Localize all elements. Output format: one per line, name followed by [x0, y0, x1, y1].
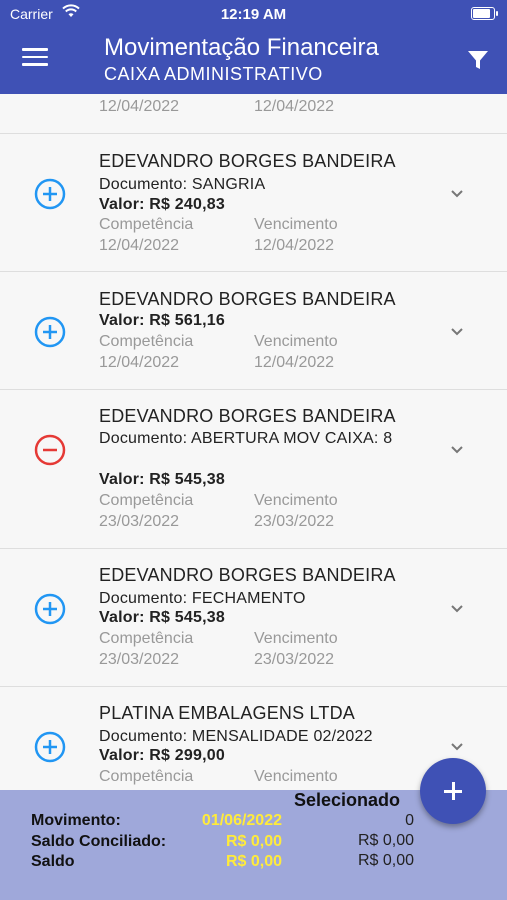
plus-circle-icon[interactable] — [34, 178, 66, 210]
clock: 12:19 AM — [220, 6, 287, 23]
vencimento-date: 23/03/2022 — [254, 651, 335, 668]
client-name: PLATINA EMBALAGENS LTDA — [99, 703, 356, 723]
list-item[interactable]: 12/04/2022 12/04/2022 — [0, 94, 507, 134]
chevron-down-icon[interactable] — [448, 741, 466, 753]
chevron-down-icon[interactable] — [448, 188, 466, 200]
vencimento-label: Vencimento — [254, 768, 338, 785]
competencia-date: 23/03/2022 — [99, 513, 180, 530]
saldo-conciliado-selected: R$ 0,00 — [357, 832, 414, 849]
movimento-label: Movimento: — [31, 812, 121, 829]
vencimento-date: 12/04/2022 — [254, 354, 335, 371]
competencia-label: Competência — [99, 768, 194, 785]
vencimento-date: 12/04/2022 — [254, 237, 335, 254]
movimento-date: 01/06/2022 — [201, 812, 282, 829]
filter-icon — [468, 51, 488, 69]
saldo-conciliado-label: Saldo Conciliado: — [31, 833, 167, 850]
page-subtitle: CAIXA ADMINISTRATIVO — [104, 64, 323, 84]
battery-icon — [471, 7, 498, 20]
chevron-down-icon[interactable] — [448, 444, 466, 456]
vencimento-label: Vencimento — [254, 492, 338, 509]
app-header: Carrier 12:19 AM Movimentação Financeira… — [0, 0, 507, 94]
client-name: EDEVANDRO BORGES BANDEIRA — [99, 406, 396, 426]
plus-circle-icon[interactable] — [34, 593, 66, 625]
vencimento-date: 23/03/2022 — [254, 513, 335, 530]
page-title: Movimentação Financeira — [104, 34, 379, 61]
list-item[interactable]: EDEVANDRO BORGES BANDEIRA Documento: SAN… — [0, 134, 507, 272]
saldo-selected: R$ 0,00 — [357, 852, 414, 869]
competencia-date: 23/03/2022 — [99, 651, 180, 668]
saldo-conciliado-value: R$ 0,00 — [225, 833, 282, 850]
movimento-selected: 0 — [405, 812, 414, 829]
document-text: Documento: FECHAMENTO — [99, 590, 306, 607]
competencia-date: 12/04/2022 — [99, 354, 180, 371]
chevron-down-icon[interactable] — [448, 326, 466, 338]
client-name: EDEVANDRO BORGES BANDEIRA — [99, 565, 396, 585]
menu-button[interactable] — [22, 48, 48, 70]
client-name: EDEVANDRO BORGES BANDEIRA — [99, 289, 396, 309]
saldo-label: Saldo — [31, 853, 75, 870]
list-item[interactable]: EDEVANDRO BORGES BANDEIRA Valor: R$ 561,… — [0, 272, 507, 390]
competencia-label: Competência — [99, 333, 194, 350]
competencia-label: Competência — [99, 216, 194, 233]
status-bar: Carrier 12:19 AM — [0, 4, 507, 24]
saldo-value: R$ 0,00 — [225, 853, 282, 870]
competencia-label: Competência — [99, 492, 194, 509]
selecionado-header: Selecionado — [294, 790, 401, 810]
hamburger-icon — [22, 48, 48, 51]
vencimento-date: 12/04/2022 — [254, 98, 335, 115]
transaction-list[interactable]: 12/04/2022 12/04/2022 EDEVANDRO BORGES B… — [0, 94, 507, 790]
document-text: Documento: MENSALIDADE 02/2022 — [99, 728, 373, 745]
list-item[interactable]: EDEVANDRO BORGES BANDEIRA Documento: FEC… — [0, 549, 507, 687]
amount-text: Valor: R$ 561,16 — [99, 312, 225, 329]
document-text: Documento: SANGRIA — [99, 176, 266, 193]
client-name: EDEVANDRO BORGES BANDEIRA — [99, 151, 396, 171]
amount-text: Valor: R$ 545,38 — [99, 471, 225, 488]
amount-text: Valor: R$ 240,83 — [99, 196, 225, 213]
vencimento-label: Vencimento — [254, 630, 338, 647]
filter-button[interactable] — [466, 48, 490, 72]
minus-circle-icon[interactable] — [34, 434, 66, 466]
vencimento-label: Vencimento — [254, 216, 338, 233]
plus-circle-icon[interactable] — [34, 731, 66, 763]
chevron-down-icon[interactable] — [448, 603, 466, 615]
amount-text: Valor: R$ 299,00 — [99, 747, 225, 764]
document-text: Documento: ABERTURA MOV CAIXA: 8 — [99, 430, 393, 447]
plus-circle-icon[interactable] — [34, 316, 66, 348]
add-button[interactable] — [420, 758, 486, 824]
competencia-date: 12/04/2022 — [99, 237, 180, 254]
vencimento-label: Vencimento — [254, 333, 338, 350]
list-item[interactable]: EDEVANDRO BORGES BANDEIRA Documento: ABE… — [0, 390, 507, 549]
amount-text: Valor: R$ 545,38 — [99, 609, 225, 626]
competencia-label: Competência — [99, 630, 194, 647]
competencia-date: 12/04/2022 — [99, 98, 180, 115]
